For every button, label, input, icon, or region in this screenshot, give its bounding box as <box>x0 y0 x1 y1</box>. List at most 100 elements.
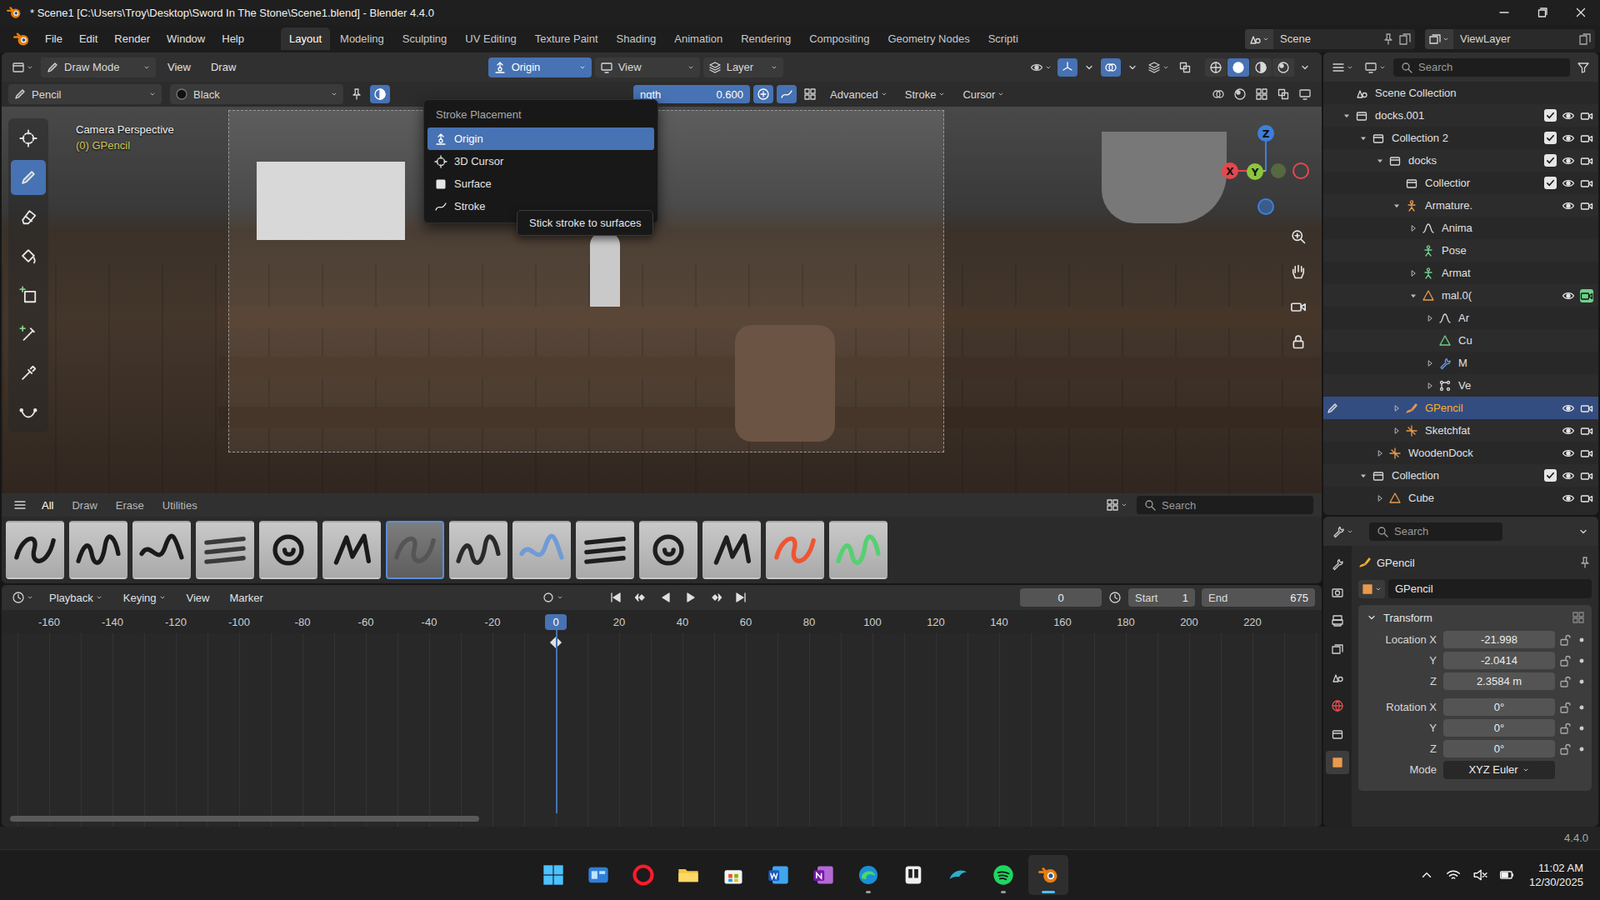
shelf-tab[interactable]: Erase <box>109 495 151 515</box>
editor-type-button[interactable] <box>8 58 38 77</box>
taskbar-app[interactable] <box>938 855 979 895</box>
visibility-button[interactable] <box>1026 58 1056 77</box>
editor-type-button[interactable] <box>8 588 38 607</box>
editor-type-button[interactable] <box>1328 522 1358 541</box>
visibility-toggle[interactable] <box>1561 109 1575 123</box>
expand-toggle[interactable] <box>1425 313 1439 324</box>
stroke-option-button[interactable] <box>776 85 797 104</box>
brush-thumbnail[interactable] <box>69 520 128 580</box>
blender-menu-button[interactable] <box>5 30 37 48</box>
pin-material-button[interactable] <box>346 85 367 104</box>
visibility-toggle[interactable] <box>1561 469 1575 483</box>
multiframe-button[interactable] <box>1144 58 1174 77</box>
visibility-toggle[interactable] <box>1561 401 1575 415</box>
shelf-display-button[interactable] <box>1102 495 1132 515</box>
horizontal-scrollbar[interactable] <box>10 815 1314 822</box>
property-value[interactable]: 0° <box>1443 719 1555 737</box>
taskbar-app[interactable] <box>578 855 619 895</box>
shading-button[interactable] <box>1250 58 1272 77</box>
taskbar-app[interactable] <box>668 855 709 895</box>
tray-overflow[interactable] <box>1415 864 1438 886</box>
visibility-toggle[interactable] <box>1561 131 1575 145</box>
view-layer-name[interactable]: ViewLayer <box>1456 32 1575 45</box>
properties-tab[interactable] <box>1325 694 1350 718</box>
shelf-tab[interactable]: Draw <box>65 495 104 515</box>
render-toggle[interactable] <box>1580 154 1594 168</box>
play-reverse-button[interactable] <box>654 588 678 607</box>
scrollbar-thumb[interactable] <box>10 815 480 822</box>
shelf-tab[interactable]: Utilities <box>155 495 205 515</box>
navigation-gizmo[interactable]: ZXY <box>1211 116 1320 225</box>
scene-browse[interactable] <box>1245 29 1274 50</box>
render-toggle[interactable] <box>1580 424 1594 438</box>
outliner-item[interactable]: Collectior <box>1323 171 1599 195</box>
scene-copy[interactable] <box>1398 32 1412 46</box>
brush-thumbnail[interactable] <box>5 520 65 580</box>
scene-pin[interactable] <box>1381 32 1395 46</box>
placement-dropdown[interactable]: Origin <box>488 57 592 78</box>
expand-toggle[interactable] <box>1358 133 1372 144</box>
timeline-body[interactable] <box>1 633 1322 827</box>
stroke-mode-button[interactable] <box>800 85 820 104</box>
visibility-toggle[interactable] <box>1561 199 1575 213</box>
menu-item[interactable]: Edit <box>70 29 106 49</box>
panel-header[interactable]: Transform <box>1358 605 1592 630</box>
shading-button[interactable] <box>1227 58 1250 77</box>
current-frame-field[interactable]: 0 <box>1020 588 1102 607</box>
volume-status[interactable] <box>1469 864 1491 886</box>
render-toggle[interactable] <box>1580 109 1594 123</box>
outliner-item[interactable]: Sketchfat <box>1323 419 1599 442</box>
brush-thumbnail[interactable] <box>195 520 255 580</box>
expand-toggle[interactable] <box>1408 223 1422 234</box>
jump-start-button[interactable] <box>604 588 628 607</box>
tool-button[interactable] <box>10 160 46 195</box>
playhead-frame[interactable]: 0 <box>545 614 566 630</box>
editor-type-button[interactable] <box>1328 58 1358 77</box>
expand-toggle[interactable] <box>1408 290 1422 301</box>
expand-toggle[interactable] <box>1375 493 1389 504</box>
panel-grip[interactable] <box>1571 610 1585 625</box>
object-name-field[interactable]: GPencil <box>1388 579 1592 599</box>
scene-name[interactable]: Scene <box>1276 32 1379 45</box>
jump-end-button[interactable] <box>729 588 753 607</box>
render-toggle[interactable] <box>1580 469 1594 483</box>
timeline-menu[interactable]: Playback <box>40 587 112 608</box>
menu-option[interactable]: Surface <box>427 172 655 195</box>
outliner-item[interactable]: Collection <box>1323 464 1599 487</box>
outliner-item[interactable]: Armat <box>1323 261 1599 285</box>
lock-camera-button[interactable] <box>1285 328 1312 355</box>
layer-dropdown[interactable]: Layer <box>703 57 784 78</box>
pin-button[interactable] <box>1578 555 1592 570</box>
visibility-toggle[interactable] <box>1561 491 1575 505</box>
end-frame-field[interactable]: End675 <box>1201 588 1315 607</box>
workspace-tab[interactable]: Shading <box>608 27 665 50</box>
workspace-tab[interactable]: Sculpting <box>394 27 455 50</box>
workspace-tab[interactable]: Layout <box>280 27 330 50</box>
taskbar-app[interactable] <box>758 855 799 895</box>
tool-popover[interactable]: Advanced <box>823 85 895 104</box>
outliner-item[interactable]: Cube <box>1323 486 1599 510</box>
display-mode-button[interactable] <box>1360 58 1390 77</box>
taskbar-app[interactable] <box>623 855 664 895</box>
properties-tab[interactable] <box>1325 750 1350 775</box>
property-value[interactable]: -2.0414 <box>1443 651 1555 670</box>
maximize-button[interactable] <box>1523 0 1562 25</box>
lock-toggle[interactable] <box>1558 742 1572 756</box>
properties-tab[interactable] <box>1325 552 1350 576</box>
camera-view-button[interactable] <box>1285 293 1312 320</box>
header-menu[interactable]: View <box>159 57 200 77</box>
properties-tab[interactable] <box>1325 609 1350 633</box>
property-value[interactable]: 0° <box>1443 698 1555 716</box>
keyframe-toggle[interactable] <box>1575 721 1587 735</box>
exclude-checkbox[interactable] <box>1544 109 1557 122</box>
panel-expand[interactable] <box>1365 610 1379 625</box>
network-status[interactable] <box>1442 864 1465 886</box>
brush-thumbnail[interactable] <box>132 520 191 580</box>
expand-toggle[interactable] <box>1375 155 1389 166</box>
taskbar-app[interactable] <box>533 855 574 895</box>
keyframe-toggle[interactable] <box>1575 700 1587 715</box>
minimize-button[interactable] <box>1485 0 1524 25</box>
onion-button[interactable] <box>1208 85 1229 104</box>
clock[interactable]: 11:02 AM 12/30/2025 <box>1529 860 1584 890</box>
outliner-item[interactable]: Collection 2 <box>1323 126 1599 150</box>
